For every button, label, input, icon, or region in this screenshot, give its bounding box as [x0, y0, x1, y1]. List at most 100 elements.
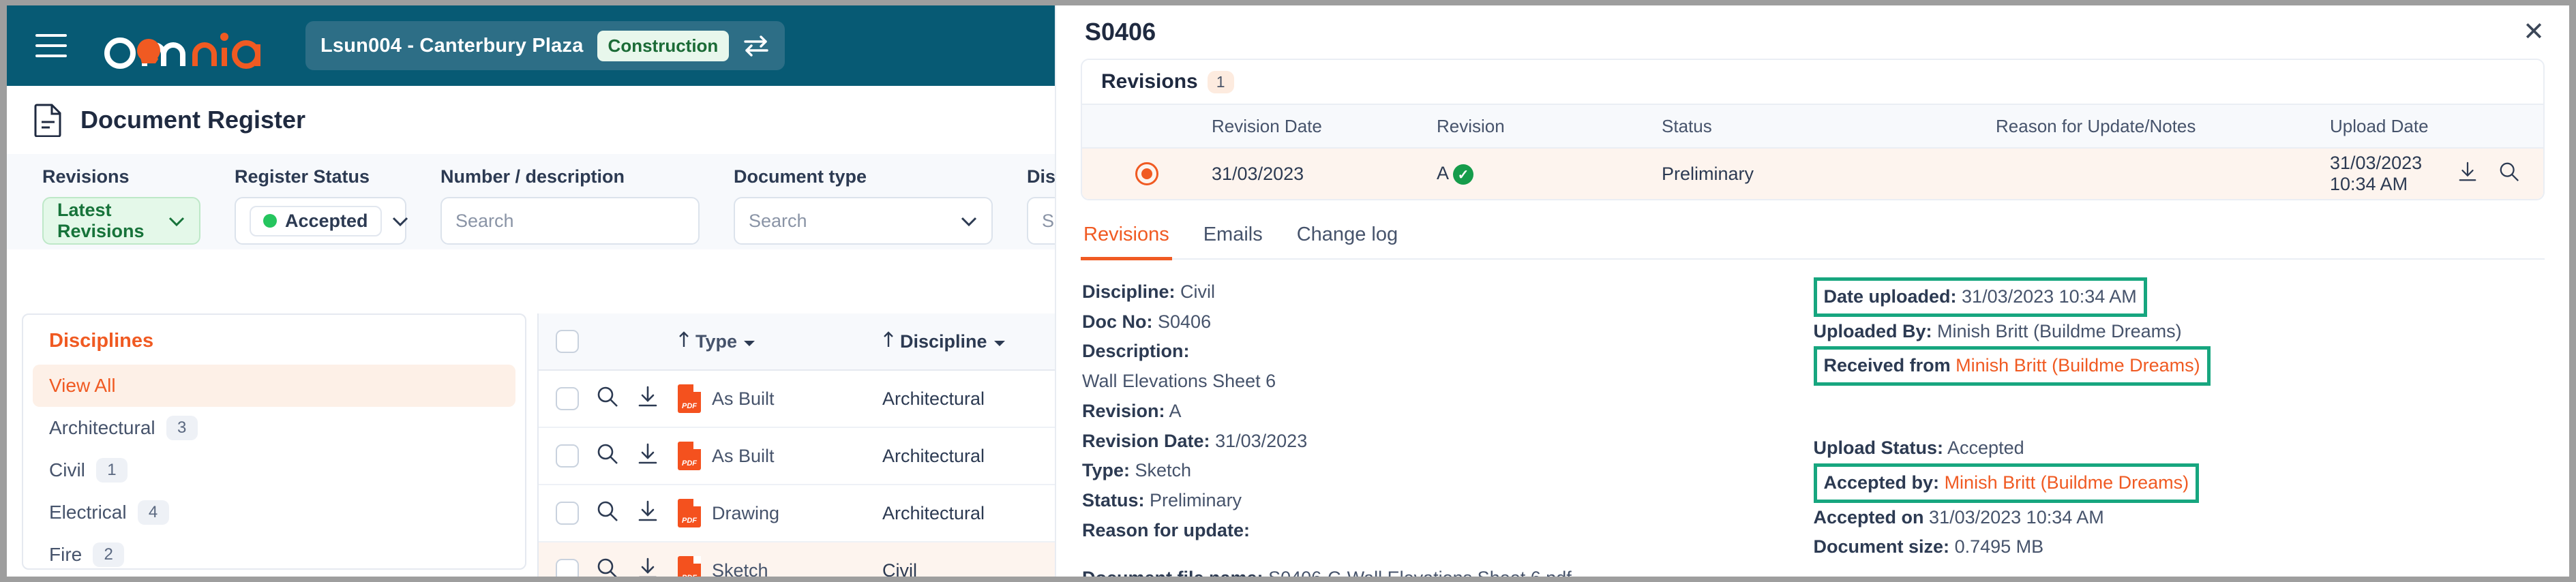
- discipline-item-architectural[interactable]: Architectural 3: [23, 407, 525, 449]
- revisions-dropdown[interactable]: Latest Revisions: [42, 197, 200, 245]
- field-value: 31/03/2023: [1215, 430, 1308, 451]
- tab-emails[interactable]: Emails: [1201, 224, 1265, 258]
- app-window: Lsun004 - Canterbury Plaza Construction …: [7, 5, 2569, 577]
- preview-search-icon[interactable]: [596, 442, 619, 470]
- panel-title-bar: S0406 ✕: [1056, 5, 2569, 59]
- filter-document-type: Document type Search: [734, 166, 993, 245]
- download-icon[interactable]: [637, 557, 659, 577]
- close-icon[interactable]: ✕: [2523, 19, 2545, 45]
- download-icon[interactable]: [637, 500, 659, 527]
- hamburger-menu-icon[interactable]: [35, 34, 67, 57]
- commnia-logo[interactable]: [100, 22, 270, 70]
- field-type: Type: Sketch: [1082, 456, 1814, 486]
- revisions-card: Revisions 1 Revision Date Revision Statu…: [1081, 59, 2545, 200]
- field-value: A: [1169, 400, 1182, 421]
- documents-table: Type Discipline PDF As Built Architectur…: [537, 313, 1055, 577]
- row-discipline: Civil: [882, 560, 917, 577]
- field-label: Status:: [1082, 490, 1145, 511]
- column-header-discipline[interactable]: Discipline: [882, 331, 1053, 353]
- highlight-box-received-from: Received from Minish Britt (Buildme Drea…: [1813, 346, 2211, 386]
- column-header-reason: Reason for Update/Notes: [1996, 115, 2196, 136]
- row-actions: [596, 557, 678, 577]
- table-row[interactable]: PDF Sketch Civil: [539, 542, 1055, 577]
- table-row[interactable]: PDF Drawing Architectural: [539, 485, 1055, 542]
- field-value: 31/03/2023 10:34 AM: [1962, 286, 2137, 307]
- discipline-item-fire[interactable]: Fire 2: [23, 534, 525, 576]
- row-actions: [596, 442, 678, 470]
- field-description-value: Wall Elevations Sheet 6: [1082, 371, 1276, 392]
- document-type-select[interactable]: Search: [734, 197, 993, 245]
- pdf-icon: PDF: [678, 442, 701, 470]
- received-from-link[interactable]: Minish Britt (Buildme Dreams): [1956, 355, 2200, 376]
- row-checkbox[interactable]: [539, 559, 596, 577]
- row-discipline: Architectural: [882, 445, 985, 466]
- field-uploaded-by: Uploaded By: Minish Britt (Buildme Dream…: [1814, 317, 2545, 347]
- pdf-icon: PDF: [678, 556, 701, 577]
- discipline-count: 2: [93, 542, 125, 567]
- select-all-checkbox[interactable]: [539, 330, 596, 353]
- row-type: PDF As Built: [678, 442, 882, 470]
- row-checkbox[interactable]: [539, 444, 596, 468]
- column-header-status: Status: [1662, 115, 1712, 136]
- download-icon[interactable]: [637, 442, 659, 470]
- number-description-search-input[interactable]: Search: [440, 197, 700, 245]
- page-title: Document Register: [80, 106, 306, 134]
- field-value: 31/03/2023 10:34 AM: [1929, 506, 2104, 527]
- field-discipline: Discipline: Civil: [1082, 277, 1814, 307]
- discipline-label: View All: [49, 375, 116, 396]
- chevron-down-icon: [993, 331, 1006, 352]
- field-doc-no: Doc No: S0406: [1082, 307, 1814, 337]
- discipline-item-civil[interactable]: Civil 1: [23, 449, 525, 491]
- highlight-box-date-uploaded: Date uploaded: 31/03/2023 10:34 AM: [1813, 277, 2147, 317]
- row-type-label: As Built: [712, 388, 775, 409]
- table-row[interactable]: PDF As Built Architectural: [539, 371, 1055, 428]
- preview-search-icon[interactable]: [596, 557, 619, 577]
- discipline-item-view-all[interactable]: View All: [33, 365, 515, 407]
- chevron-down-icon: [960, 211, 978, 232]
- preview-search-icon[interactable]: [596, 500, 619, 527]
- row-discipline: Architectural: [882, 502, 985, 523]
- project-selector[interactable]: Lsun004 - Canterbury Plaza Construction: [305, 21, 785, 70]
- sort-asc-icon: [882, 331, 895, 353]
- register-status-dropdown[interactable]: Accepted: [235, 197, 408, 245]
- row-checkbox[interactable]: [539, 387, 596, 410]
- preview-search-icon[interactable]: [2498, 161, 2520, 187]
- field-value: Civil: [1180, 281, 1216, 302]
- field-document-file-name: Document file name: S0406-C-Wall Elevati…: [1082, 564, 1814, 577]
- download-icon[interactable]: [2457, 161, 2478, 187]
- revisions-count-badge: 1: [1207, 70, 1234, 93]
- filter-bar: Revisions Latest Revisions Register Stat…: [7, 154, 1252, 249]
- download-icon[interactable]: [637, 385, 659, 413]
- status-dot-icon: [263, 214, 277, 228]
- field-value: S0406: [1158, 311, 1212, 332]
- field-value: Minish Britt (Buildme Dreams): [1937, 320, 2182, 341]
- chevron-down-icon: [743, 331, 756, 352]
- preview-search-icon[interactable]: [596, 385, 619, 413]
- revisions-table-row[interactable]: 31/03/2023 A ✓ Preliminary 31/03/2023 10…: [1082, 149, 2543, 199]
- column-header-type[interactable]: Type: [678, 331, 882, 353]
- field-accepted-on: Accepted on 31/03/2023 10:34 AM: [1814, 503, 2545, 533]
- tab-change-log[interactable]: Change log: [1294, 224, 1401, 258]
- field-label: Document size:: [1813, 536, 1950, 557]
- row-type: PDF As Built: [678, 384, 882, 413]
- field-label: Reason for update:: [1082, 519, 1250, 540]
- revision-radio-button[interactable]: [1082, 162, 1212, 185]
- table-row[interactable]: PDF As Built Architectural: [539, 428, 1055, 485]
- revision-value: A ✓: [1437, 163, 1662, 185]
- chevron-down-icon: [168, 211, 185, 232]
- field-status: Status: Preliminary: [1082, 486, 1814, 516]
- field-value: Preliminary: [1150, 490, 1242, 511]
- discipline-item-electrical[interactable]: Electrical 4: [23, 491, 525, 534]
- row-discipline: Architectural: [882, 388, 985, 409]
- search-placeholder: Search: [749, 210, 807, 231]
- accepted-by-link[interactable]: Minish Britt (Buildme Dreams): [1945, 472, 2189, 493]
- field-label: Accepted by:: [1823, 472, 1940, 493]
- sort-asc-icon: [678, 331, 690, 353]
- filter-label: Number / description: [440, 166, 625, 187]
- field-label: Description:: [1082, 341, 1190, 362]
- swap-project-icon[interactable]: [743, 34, 770, 57]
- row-checkbox[interactable]: [539, 502, 596, 525]
- field-label: Revision Date:: [1082, 430, 1210, 451]
- tab-revisions[interactable]: Revisions: [1081, 224, 1172, 260]
- row-type-label: As Built: [712, 445, 775, 466]
